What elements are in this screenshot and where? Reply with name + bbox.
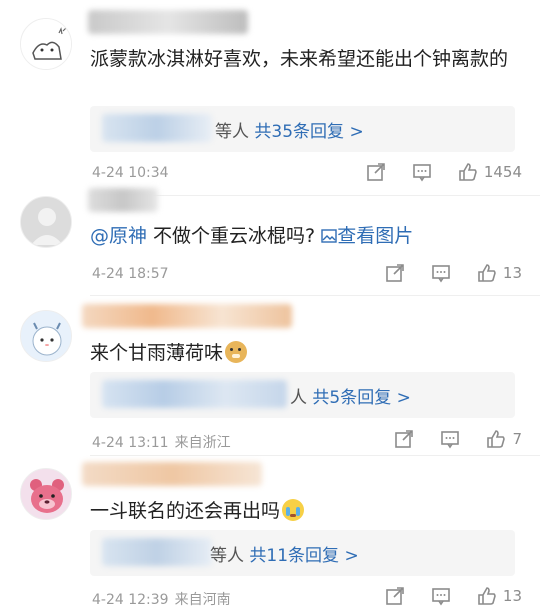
comment-icon [432,588,450,606]
view-image-label: 查看图片 [337,225,414,247]
like-button[interactable]: 13 [477,263,522,283]
reply-summary[interactable]: 等人 共11条回复 > [90,530,515,576]
action-bar: 13 [359,586,522,606]
comment-icon [432,265,450,283]
comment-text: 派蒙款冰淇淋好喜欢，未来希望还能出个钟离款的 [90,44,522,74]
avatar[interactable] [20,468,72,520]
like-count: 13 [502,587,522,605]
comment-text: 来个甘雨薄荷味 [90,338,522,368]
username-blurred[interactable] [82,462,262,486]
location: 来自浙江 [174,435,231,451]
reply-label[interactable]: 人 共5条回复 > [290,383,411,408]
comment-icon [441,431,460,449]
reply-summary[interactable]: 等人 共35条回复 > [90,106,515,152]
reply-summary[interactable]: 人 共5条回复 > [90,372,515,418]
share-icon [367,163,385,181]
thumbs-up-icon [487,430,506,448]
share-icon [386,587,404,605]
image-icon [321,229,337,243]
comment-button[interactable] [412,162,432,182]
avatar[interactable] [20,310,72,362]
avatar[interactable] [20,196,72,248]
avatar[interactable] [20,18,72,70]
comment-body: 来个甘雨薄荷味 [90,342,224,364]
timestamp: 4-24 18:57 [92,266,169,282]
comment-meta: 4-24 10:34 [92,165,169,181]
like-button[interactable]: 1454 [458,162,522,182]
comment-item: 来个甘雨薄荷味 人 共5条回复 > 4-24 13:11 来自浙江 7 [0,296,540,456]
comment-item: 一斗联名的还会再出吗 等人 共11条回复 > 4-24 12:39 来自河南 13 [0,456,540,613]
location: 来自河南 [174,592,231,608]
reply-suffix: 人 [290,388,307,408]
reply-names-blurred [102,380,287,408]
reply-suffix: 等人 [215,122,249,142]
view-image-link[interactable]: 查看图片 [321,225,413,247]
reply-label[interactable]: 等人 共11条回复 > [210,541,359,566]
comment-text: @原神 不做个重云冰棍吗? 查看图片 [90,221,522,251]
timestamp: 4-24 12:39 [92,592,169,608]
share-icon [395,430,414,448]
thumbs-up-icon [478,587,496,605]
reply-count[interactable]: 共5条回复 > [312,388,410,408]
comment-body: 派蒙款冰淇淋好喜欢，未来希望还能出个钟离款的 [90,48,509,70]
action-bar: 1454 [340,162,522,182]
like-count: 1454 [483,163,522,181]
comment-meta: 4-24 13:11 来自浙江 [92,432,231,452]
reply-label[interactable]: 等人 共35条回复 > [215,117,364,142]
reply-names-blurred [102,538,212,566]
comment-button[interactable] [431,263,451,283]
username-blurred[interactable] [82,304,292,328]
thumbs-up-icon [478,264,496,282]
username-blurred[interactable] [88,188,158,212]
like-button[interactable]: 7 [486,429,522,449]
like-count: 7 [512,430,522,448]
reply-names-blurred [102,114,212,142]
comment-icon [413,164,431,182]
share-button[interactable] [394,429,414,449]
action-bar: 7 [368,429,522,449]
comment-item: @原神 不做个重云冰棍吗? 查看图片 4-24 18:57 13 [0,188,540,296]
doge-emoji [225,341,248,363]
comment-body: 不做个重云冰棍吗? [147,225,316,247]
comment-text: 一斗联名的还会再出吗 [90,496,522,526]
comment-meta: 4-24 18:57 [92,266,169,282]
comment-button[interactable] [431,586,451,606]
reply-count[interactable]: 共11条回复 > [249,546,358,566]
comment-item: 派蒙款冰淇淋好喜欢，未来希望还能出个钟离款的 等人 共35条回复 > 4-24 … [0,0,540,196]
thumbs-up-icon [459,163,477,181]
share-button[interactable] [366,162,386,182]
like-count: 13 [502,264,522,282]
comment-button[interactable] [440,429,460,449]
mention-link[interactable]: @原神 [90,225,147,247]
username-blurred[interactable] [88,10,248,34]
share-button[interactable] [385,586,405,606]
reply-count[interactable]: 共35条回复 > [254,122,363,142]
share-button[interactable] [385,263,405,283]
action-bar: 13 [359,263,522,283]
share-icon [386,264,404,282]
like-button[interactable]: 13 [477,586,522,606]
timestamp: 4-24 10:34 [92,165,169,181]
reply-suffix: 等人 [210,546,244,566]
timestamp: 4-24 13:11 [92,435,169,451]
comment-meta: 4-24 12:39 来自河南 [92,589,231,609]
comment-body: 一斗联名的还会再出吗 [90,500,281,522]
crying-emoji [282,499,305,521]
